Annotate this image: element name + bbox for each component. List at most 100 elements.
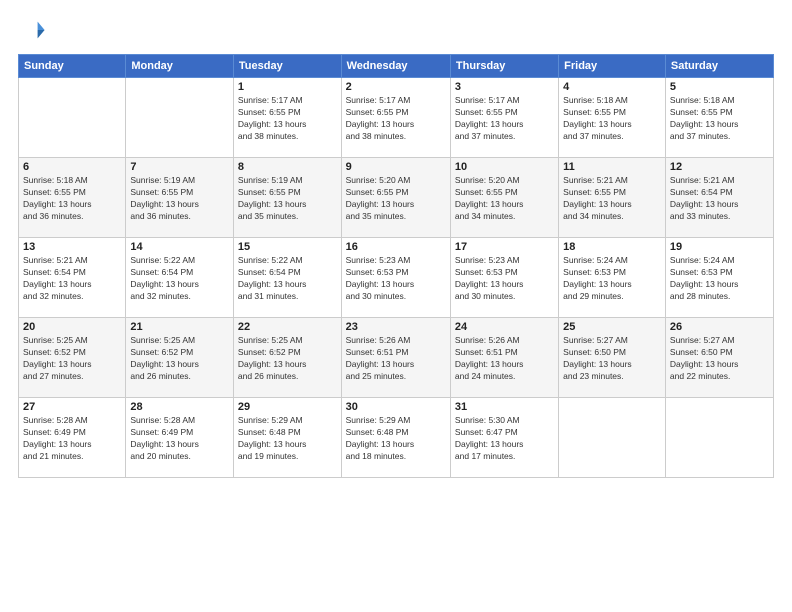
day-info: Sunrise: 5:23 AM Sunset: 6:53 PM Dayligh… (346, 255, 446, 303)
day-info: Sunrise: 5:17 AM Sunset: 6:55 PM Dayligh… (238, 95, 337, 143)
day-info: Sunrise: 5:29 AM Sunset: 6:48 PM Dayligh… (346, 415, 446, 463)
calendar-cell: 28 Sunrise: 5:28 AM Sunset: 6:49 PM Dayli… (126, 398, 234, 478)
day-number: 27 (23, 401, 121, 413)
day-number: 10 (455, 161, 554, 173)
calendar-cell (665, 398, 773, 478)
day-info: Sunrise: 5:17 AM Sunset: 6:55 PM Dayligh… (455, 95, 554, 143)
day-info: Sunrise: 5:29 AM Sunset: 6:48 PM Dayligh… (238, 415, 337, 463)
day-info: Sunrise: 5:22 AM Sunset: 6:54 PM Dayligh… (130, 255, 229, 303)
day-number: 15 (238, 241, 337, 253)
calendar-cell: 30 Sunrise: 5:29 AM Sunset: 6:48 PM Dayli… (341, 398, 450, 478)
day-number: 26 (670, 321, 769, 333)
day-info: Sunrise: 5:21 AM Sunset: 6:54 PM Dayligh… (23, 255, 121, 303)
day-number: 4 (563, 81, 661, 93)
calendar-cell: 1 Sunrise: 5:17 AM Sunset: 6:55 PM Daylig… (233, 78, 341, 158)
calendar-cell: 13 Sunrise: 5:21 AM Sunset: 6:54 PM Dayli… (19, 238, 126, 318)
calendar-cell: 12 Sunrise: 5:21 AM Sunset: 6:54 PM Dayli… (665, 158, 773, 238)
day-info: Sunrise: 5:27 AM Sunset: 6:50 PM Dayligh… (563, 335, 661, 383)
calendar-cell: 4 Sunrise: 5:18 AM Sunset: 6:55 PM Daylig… (559, 78, 666, 158)
calendar-cell: 5 Sunrise: 5:18 AM Sunset: 6:55 PM Daylig… (665, 78, 773, 158)
day-info: Sunrise: 5:27 AM Sunset: 6:50 PM Dayligh… (670, 335, 769, 383)
calendar-cell: 16 Sunrise: 5:23 AM Sunset: 6:53 PM Dayli… (341, 238, 450, 318)
day-number: 16 (346, 241, 446, 253)
calendar-week-row: 27 Sunrise: 5:28 AM Sunset: 6:49 PM Dayli… (19, 398, 774, 478)
day-number: 19 (670, 241, 769, 253)
day-number: 3 (455, 81, 554, 93)
day-number: 28 (130, 401, 229, 413)
calendar-cell: 24 Sunrise: 5:26 AM Sunset: 6:51 PM Dayli… (450, 318, 558, 398)
day-number: 5 (670, 81, 769, 93)
calendar-cell: 27 Sunrise: 5:28 AM Sunset: 6:49 PM Dayli… (19, 398, 126, 478)
day-number: 7 (130, 161, 229, 173)
day-number: 12 (670, 161, 769, 173)
logo (18, 16, 50, 44)
calendar-week-row: 1 Sunrise: 5:17 AM Sunset: 6:55 PM Daylig… (19, 78, 774, 158)
day-number: 17 (455, 241, 554, 253)
day-number: 2 (346, 81, 446, 93)
calendar-cell: 7 Sunrise: 5:19 AM Sunset: 6:55 PM Daylig… (126, 158, 234, 238)
day-info: Sunrise: 5:22 AM Sunset: 6:54 PM Dayligh… (238, 255, 337, 303)
calendar-cell: 15 Sunrise: 5:22 AM Sunset: 6:54 PM Dayli… (233, 238, 341, 318)
day-number: 18 (563, 241, 661, 253)
day-info: Sunrise: 5:20 AM Sunset: 6:55 PM Dayligh… (455, 175, 554, 223)
weekday-header: Friday (559, 55, 666, 78)
day-info: Sunrise: 5:30 AM Sunset: 6:47 PM Dayligh… (455, 415, 554, 463)
calendar-table: SundayMondayTuesdayWednesdayThursdayFrid… (18, 54, 774, 478)
day-number: 29 (238, 401, 337, 413)
day-number: 24 (455, 321, 554, 333)
calendar-cell: 29 Sunrise: 5:29 AM Sunset: 6:48 PM Dayli… (233, 398, 341, 478)
calendar-cell: 2 Sunrise: 5:17 AM Sunset: 6:55 PM Daylig… (341, 78, 450, 158)
day-info: Sunrise: 5:23 AM Sunset: 6:53 PM Dayligh… (455, 255, 554, 303)
day-number: 31 (455, 401, 554, 413)
day-number: 21 (130, 321, 229, 333)
calendar-cell: 3 Sunrise: 5:17 AM Sunset: 6:55 PM Daylig… (450, 78, 558, 158)
calendar-cell: 17 Sunrise: 5:23 AM Sunset: 6:53 PM Dayli… (450, 238, 558, 318)
day-info: Sunrise: 5:21 AM Sunset: 6:55 PM Dayligh… (563, 175, 661, 223)
calendar-cell: 10 Sunrise: 5:20 AM Sunset: 6:55 PM Dayli… (450, 158, 558, 238)
day-info: Sunrise: 5:26 AM Sunset: 6:51 PM Dayligh… (455, 335, 554, 383)
day-info: Sunrise: 5:24 AM Sunset: 6:53 PM Dayligh… (670, 255, 769, 303)
header (18, 16, 774, 44)
day-info: Sunrise: 5:17 AM Sunset: 6:55 PM Dayligh… (346, 95, 446, 143)
calendar-cell: 31 Sunrise: 5:30 AM Sunset: 6:47 PM Dayli… (450, 398, 558, 478)
calendar-cell: 6 Sunrise: 5:18 AM Sunset: 6:55 PM Daylig… (19, 158, 126, 238)
day-info: Sunrise: 5:19 AM Sunset: 6:55 PM Dayligh… (238, 175, 337, 223)
calendar-cell (19, 78, 126, 158)
day-info: Sunrise: 5:19 AM Sunset: 6:55 PM Dayligh… (130, 175, 229, 223)
day-info: Sunrise: 5:28 AM Sunset: 6:49 PM Dayligh… (23, 415, 121, 463)
day-info: Sunrise: 5:18 AM Sunset: 6:55 PM Dayligh… (563, 95, 661, 143)
day-info: Sunrise: 5:25 AM Sunset: 6:52 PM Dayligh… (130, 335, 229, 383)
day-number: 23 (346, 321, 446, 333)
calendar-cell: 21 Sunrise: 5:25 AM Sunset: 6:52 PM Dayli… (126, 318, 234, 398)
calendar-week-row: 6 Sunrise: 5:18 AM Sunset: 6:55 PM Daylig… (19, 158, 774, 238)
day-info: Sunrise: 5:21 AM Sunset: 6:54 PM Dayligh… (670, 175, 769, 223)
day-number: 11 (563, 161, 661, 173)
calendar-cell: 18Sunrise: 5:24 AM Sunset: 6:53 PM Dayli… (559, 238, 666, 318)
day-info: Sunrise: 5:18 AM Sunset: 6:55 PM Dayligh… (23, 175, 121, 223)
calendar-header-row: SundayMondayTuesdayWednesdayThursdayFrid… (19, 55, 774, 78)
calendar-cell: 20 Sunrise: 5:25 AM Sunset: 6:52 PM Dayli… (19, 318, 126, 398)
calendar-cell: 22 Sunrise: 5:25 AM Sunset: 6:52 PM Dayli… (233, 318, 341, 398)
page: SundayMondayTuesdayWednesdayThursdayFrid… (0, 0, 792, 612)
calendar-cell: 25Sunrise: 5:27 AM Sunset: 6:50 PM Dayli… (559, 318, 666, 398)
calendar-cell: 19 Sunrise: 5:24 AM Sunset: 6:53 PM Dayli… (665, 238, 773, 318)
day-number: 20 (23, 321, 121, 333)
calendar-cell (126, 78, 234, 158)
weekday-header: Wednesday (341, 55, 450, 78)
day-number: 22 (238, 321, 337, 333)
weekday-header: Monday (126, 55, 234, 78)
weekday-header: Saturday (665, 55, 773, 78)
day-info: Sunrise: 5:28 AM Sunset: 6:49 PM Dayligh… (130, 415, 229, 463)
day-info: Sunrise: 5:25 AM Sunset: 6:52 PM Dayligh… (23, 335, 121, 383)
day-info: Sunrise: 5:18 AM Sunset: 6:55 PM Dayligh… (670, 95, 769, 143)
day-number: 6 (23, 161, 121, 173)
day-info: Sunrise: 5:26 AM Sunset: 6:51 PM Dayligh… (346, 335, 446, 383)
day-number: 13 (23, 241, 121, 253)
calendar-cell: 14 Sunrise: 5:22 AM Sunset: 6:54 PM Dayli… (126, 238, 234, 318)
day-number: 30 (346, 401, 446, 413)
day-info: Sunrise: 5:25 AM Sunset: 6:52 PM Dayligh… (238, 335, 337, 383)
weekday-header: Sunday (19, 55, 126, 78)
day-number: 14 (130, 241, 229, 253)
day-number: 8 (238, 161, 337, 173)
day-number: 1 (238, 81, 337, 93)
